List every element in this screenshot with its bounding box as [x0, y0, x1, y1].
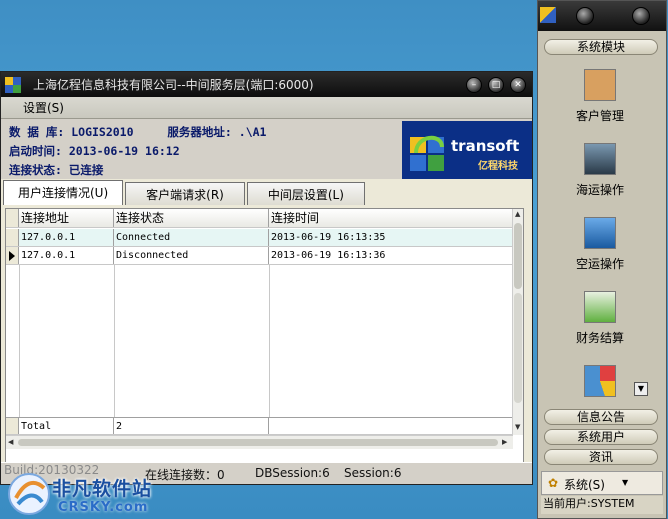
- chart-icon: [584, 365, 616, 397]
- column-header-time[interactable]: 连接时间: [269, 209, 513, 227]
- dropdown-arrow-icon: ▼: [622, 478, 629, 487]
- current-row-arrow-icon: [9, 251, 15, 261]
- session-count: Session:6: [344, 466, 402, 480]
- close-icon[interactable]: ✕: [510, 76, 526, 93]
- menu-settings[interactable]: 设置(S): [23, 99, 64, 116]
- module-label: 客户管理: [575, 109, 624, 123]
- watermark-en: CRSKY.com: [58, 500, 149, 515]
- scroll-up-icon[interactable]: ▲: [515, 210, 520, 218]
- grid-header: 连接地址 连接状态 连接时间: [6, 209, 513, 228]
- logo-emblem-icon: [410, 136, 444, 171]
- tab-strip: 用户连接情况(U) 客户端请求(R) 中间层设置(L): [1, 179, 532, 205]
- tab-user-connections[interactable]: 用户连接情况(U): [3, 180, 124, 205]
- app-icon: [5, 76, 21, 93]
- db-label: 数 据 库:: [9, 125, 65, 139]
- start-value: 2013-06-19 16:12: [68, 144, 180, 158]
- system-menu[interactable]: ✿ 系统(S) ▼: [541, 471, 663, 495]
- minimize-icon[interactable]: –: [466, 76, 482, 93]
- current-user: 当前用户:SYSTEM: [541, 496, 663, 514]
- info-panel: 数 据 库: LOGIS2010 服务器地址: .\A1 启动时间: 2013-…: [1, 119, 532, 179]
- notice-button[interactable]: 信息公告: [544, 409, 658, 425]
- side-knob-icon[interactable]: [576, 7, 594, 25]
- cell-status: Connected: [114, 229, 269, 246]
- hscroll-thumb[interactable]: [18, 439, 498, 446]
- footer-label: Total: [19, 418, 114, 434]
- transoft-logo: transoft 亿程科技: [402, 121, 532, 179]
- status-row: 连接状态: 已连接: [9, 162, 103, 178]
- window-title: 上海亿程信息科技有限公司--中间服务层(端口:6000): [33, 78, 314, 92]
- module-air[interactable]: 空运操作: [570, 217, 630, 272]
- ship-icon: [584, 143, 616, 175]
- logo-brand-cn: 亿程科技: [478, 161, 518, 172]
- customer-icon: [584, 69, 616, 101]
- module-sea[interactable]: 海运操作: [570, 143, 630, 198]
- server-label: 服务器地址:: [167, 125, 232, 139]
- column-header-address[interactable]: 连接地址: [19, 209, 114, 227]
- scroll-down-icon[interactable]: ▼: [515, 423, 520, 431]
- cell-address: 127.0.0.1: [19, 229, 114, 246]
- watermark-logo-icon: [8, 473, 50, 515]
- scroll-right-icon[interactable]: ▶: [502, 438, 507, 446]
- module-report[interactable]: [570, 365, 630, 403]
- cell-address: 127.0.0.1: [19, 247, 114, 264]
- logo-brand: transoft: [451, 137, 520, 155]
- db-row: 数 据 库: LOGIS2010 服务器地址: .\A1: [9, 124, 266, 140]
- scroll-down-icon[interactable]: ▼: [634, 382, 648, 396]
- db-value: LOGIS2010: [71, 125, 134, 139]
- module-label: 财务结算: [575, 331, 624, 345]
- module-customer[interactable]: 客户管理: [570, 69, 630, 124]
- watermark: Build:20130322 非凡软件站 CRSKY.com: [0, 462, 170, 519]
- menu-bar: 设置(S): [1, 97, 532, 119]
- status-label: 连接状态:: [9, 163, 62, 177]
- airplane-icon: [584, 217, 616, 249]
- tab-client-requests[interactable]: 客户端请求(R): [125, 182, 245, 205]
- watermark-cn: 非凡软件站: [52, 478, 153, 500]
- status-value: 已连接: [68, 163, 104, 177]
- start-label: 启动时间:: [9, 144, 62, 158]
- title-bar[interactable]: 上海亿程信息科技有限公司--中间服务层(端口:6000) – □ ✕: [1, 72, 532, 97]
- system-menu-label: 系统(S): [564, 478, 605, 492]
- vertical-scrollbar[interactable]: ▲ ▼: [512, 209, 523, 435]
- side-app-icon: [540, 7, 556, 23]
- start-row: 启动时间: 2013-06-19 16:12: [9, 143, 180, 159]
- horizontal-scrollbar[interactable]: ◀ ▶: [6, 435, 513, 449]
- scroll-thumb[interactable]: [514, 223, 522, 289]
- db-session-count: DBSession:6: [255, 466, 330, 480]
- footer-total: 2: [114, 418, 269, 434]
- finance-icon: [584, 291, 616, 323]
- cell-status: Disconnected: [114, 247, 269, 264]
- system-menu-icon: ✿: [548, 476, 559, 490]
- module-panel: 系统模块 客户管理 海运操作 空运操作 财务结算 ▼ 信息公告 系统用户 资讯 …: [537, 0, 667, 519]
- main-window: 上海亿程信息科技有限公司--中间服务层(端口:6000) – □ ✕ 设置(S)…: [0, 71, 533, 485]
- side-knob-icon[interactable]: [632, 7, 650, 25]
- column-header-status[interactable]: 连接状态: [114, 209, 269, 227]
- connections-grid: 连接地址 连接状态 连接时间 127.0.0.1 Connected 2013-…: [5, 208, 524, 470]
- grid-body: 连接地址 连接状态 连接时间 127.0.0.1 Connected 2013-…: [6, 209, 513, 457]
- system-modules-button[interactable]: 系统模块: [544, 39, 658, 55]
- maximize-icon[interactable]: □: [488, 76, 504, 93]
- news-button[interactable]: 资讯: [544, 449, 658, 465]
- tab-middleware-settings[interactable]: 中间层设置(L): [246, 182, 365, 205]
- system-users-button[interactable]: 系统用户: [544, 429, 658, 445]
- cell-time: 2013-06-19 16:13:35: [271, 232, 386, 243]
- server-value: .\A1: [238, 125, 267, 139]
- cell-time: 2013-06-19 16:13:36: [271, 250, 386, 261]
- module-label: 空运操作: [575, 257, 624, 271]
- table-row[interactable]: 127.0.0.1 Connected 2013-06-19 16:13:35: [6, 229, 513, 247]
- grid-footer: Total 2: [6, 417, 513, 435]
- module-label: 海运操作: [575, 183, 624, 197]
- module-finance[interactable]: 财务结算: [570, 291, 630, 346]
- table-row[interactable]: 127.0.0.1 Disconnected 2013-06-19 16:13:…: [6, 247, 513, 265]
- scroll-left-icon[interactable]: ◀: [8, 438, 13, 446]
- side-titlebar: [538, 1, 666, 31]
